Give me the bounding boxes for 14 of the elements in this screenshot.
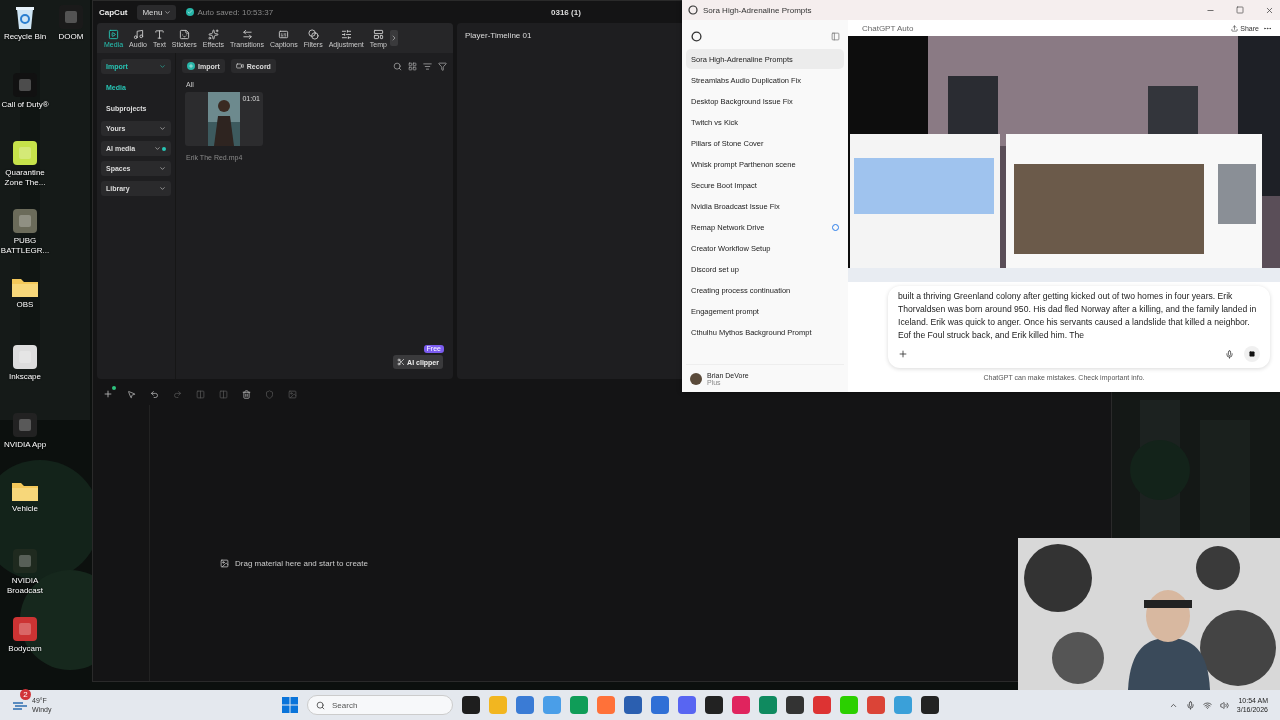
notification-badge: 2 xyxy=(20,689,31,700)
start-icon[interactable] xyxy=(282,697,298,713)
search-field[interactable]: Search xyxy=(307,695,453,715)
weather-icon[interactable] xyxy=(12,699,28,711)
taskbar-app-icon[interactable] xyxy=(624,696,642,714)
search-icon xyxy=(316,700,325,710)
speaker-icon[interactable] xyxy=(1219,700,1229,710)
taskbar-app-icon[interactable] xyxy=(786,696,804,714)
microphone-icon[interactable] xyxy=(1185,700,1195,710)
taskbar-app-icon[interactable] xyxy=(921,696,939,714)
wifi-icon[interactable] xyxy=(1202,700,1212,710)
taskbar-app-icon[interactable] xyxy=(705,696,723,714)
search-input[interactable]: Search xyxy=(330,699,410,711)
taskbar-app-icon[interactable] xyxy=(462,696,480,714)
